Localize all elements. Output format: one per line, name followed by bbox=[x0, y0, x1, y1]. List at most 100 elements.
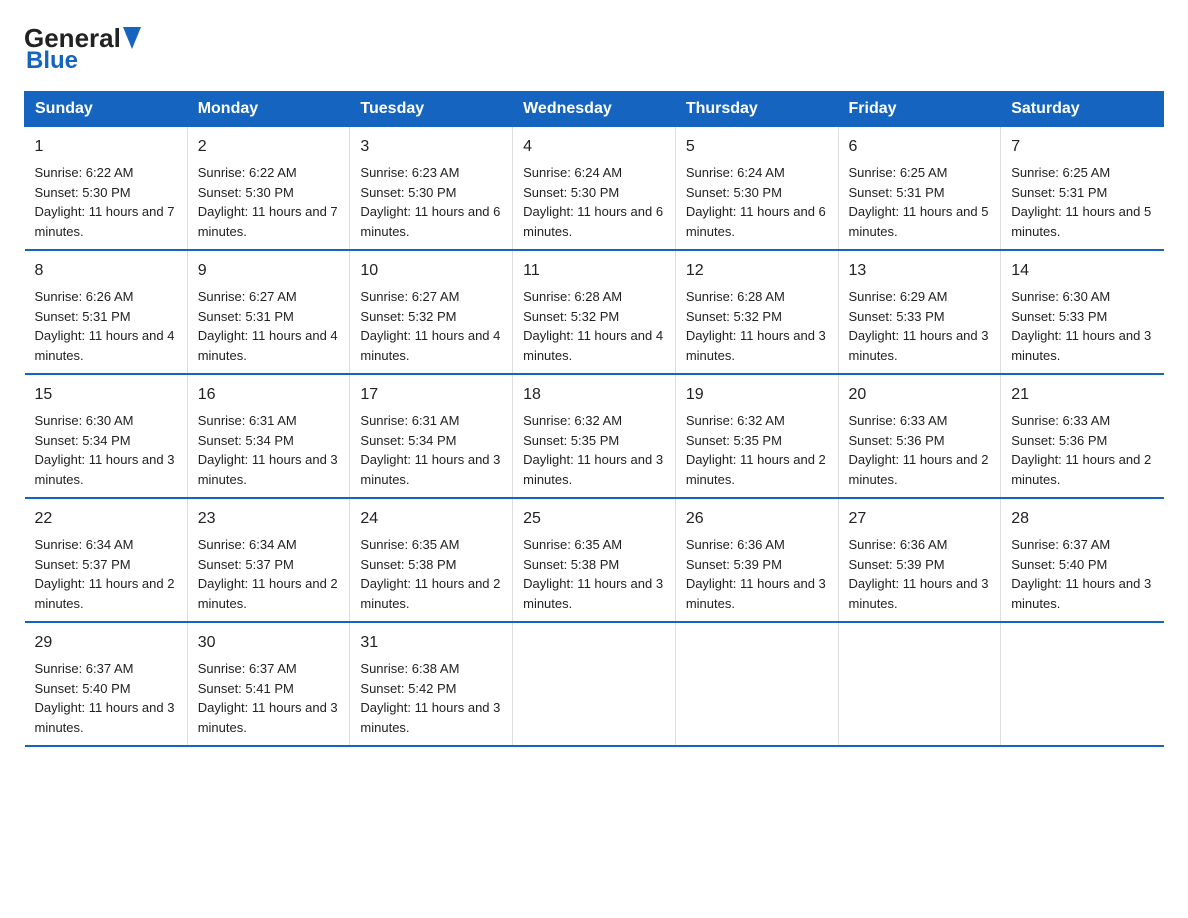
calendar-cell: 29Sunrise: 6:37 AMSunset: 5:40 PMDayligh… bbox=[25, 622, 188, 746]
day-number: 30 bbox=[198, 631, 340, 655]
day-info: Sunrise: 6:35 AMSunset: 5:38 PMDaylight:… bbox=[360, 537, 500, 611]
day-number: 18 bbox=[523, 383, 665, 407]
calendar-cell: 2 Sunrise: 6:22 AMSunset: 5:30 PMDaylight… bbox=[187, 127, 350, 251]
day-number: 26 bbox=[686, 507, 828, 531]
calendar-cell: 18 Sunrise: 6:32 AMSunset: 5:35 PMDayligh… bbox=[513, 374, 676, 498]
calendar-cell: 12 Sunrise: 6:28 AMSunset: 5:32 PMDayligh… bbox=[675, 250, 838, 374]
day-number: 16 bbox=[198, 383, 340, 407]
day-number: 10 bbox=[360, 259, 502, 283]
day-info: Sunrise: 6:36 AMSunset: 5:39 PMDaylight:… bbox=[849, 537, 989, 611]
calendar-cell: 20 Sunrise: 6:33 AMSunset: 5:36 PMDayligh… bbox=[838, 374, 1001, 498]
calendar-cell: 8 Sunrise: 6:26 AMSunset: 5:31 PMDaylight… bbox=[25, 250, 188, 374]
day-info: Sunrise: 6:36 AMSunset: 5:39 PMDaylight:… bbox=[686, 537, 826, 611]
day-number: 4 bbox=[523, 135, 665, 159]
calendar-cell: 13 Sunrise: 6:29 AMSunset: 5:33 PMDayligh… bbox=[838, 250, 1001, 374]
day-info: Sunrise: 6:24 AMSunset: 5:30 PMDaylight:… bbox=[523, 165, 663, 239]
calendar-cell: 27 Sunrise: 6:36 AMSunset: 5:39 PMDayligh… bbox=[838, 498, 1001, 622]
day-info: Sunrise: 6:29 AMSunset: 5:33 PMDaylight:… bbox=[849, 289, 989, 363]
day-info: Sunrise: 6:35 AMSunset: 5:38 PMDaylight:… bbox=[523, 537, 663, 611]
day-info: Sunrise: 6:33 AMSunset: 5:36 PMDaylight:… bbox=[849, 413, 989, 487]
day-number: 1 bbox=[35, 135, 177, 159]
day-number: 23 bbox=[198, 507, 340, 531]
day-info: Sunrise: 6:27 AMSunset: 5:31 PMDaylight:… bbox=[198, 289, 338, 363]
calendar-cell: 21 Sunrise: 6:33 AMSunset: 5:36 PMDayligh… bbox=[1001, 374, 1164, 498]
calendar-cell: 6Sunrise: 6:25 AMSunset: 5:31 PMDaylight… bbox=[838, 127, 1001, 251]
day-info: Sunrise: 6:37 AMSunset: 5:41 PMDaylight:… bbox=[198, 661, 338, 735]
logo: General Blue bbox=[24, 24, 141, 75]
day-number: 2 bbox=[198, 135, 340, 159]
calendar-week-5: 29Sunrise: 6:37 AMSunset: 5:40 PMDayligh… bbox=[25, 622, 1164, 746]
calendar-cell: 1 Sunrise: 6:22 AMSunset: 5:30 PMDaylight… bbox=[25, 127, 188, 251]
calendar-cell: 23 Sunrise: 6:34 AMSunset: 5:37 PMDayligh… bbox=[187, 498, 350, 622]
day-number: 13 bbox=[849, 259, 991, 283]
calendar-cell: 22Sunrise: 6:34 AMSunset: 5:37 PMDayligh… bbox=[25, 498, 188, 622]
day-info: Sunrise: 6:30 AMSunset: 5:34 PMDaylight:… bbox=[35, 413, 175, 487]
day-number: 22 bbox=[35, 507, 177, 531]
calendar-cell: 3Sunrise: 6:23 AMSunset: 5:30 PMDaylight… bbox=[350, 127, 513, 251]
calendar-cell bbox=[513, 622, 676, 746]
day-info: Sunrise: 6:33 AMSunset: 5:36 PMDaylight:… bbox=[1011, 413, 1151, 487]
day-info: Sunrise: 6:24 AMSunset: 5:30 PMDaylight:… bbox=[686, 165, 826, 239]
calendar-cell: 15 Sunrise: 6:30 AMSunset: 5:34 PMDayligh… bbox=[25, 374, 188, 498]
calendar-cell: 24 Sunrise: 6:35 AMSunset: 5:38 PMDayligh… bbox=[350, 498, 513, 622]
day-info: Sunrise: 6:23 AMSunset: 5:30 PMDaylight:… bbox=[360, 165, 500, 239]
day-info: Sunrise: 6:22 AMSunset: 5:30 PMDaylight:… bbox=[198, 165, 338, 239]
col-header-friday: Friday bbox=[838, 92, 1001, 127]
day-number: 24 bbox=[360, 507, 502, 531]
day-info: Sunrise: 6:37 AMSunset: 5:40 PMDaylight:… bbox=[1011, 537, 1151, 611]
day-number: 21 bbox=[1011, 383, 1153, 407]
day-number: 31 bbox=[360, 631, 502, 655]
col-header-monday: Monday bbox=[187, 92, 350, 127]
day-info: Sunrise: 6:38 AMSunset: 5:42 PMDaylight:… bbox=[360, 661, 500, 735]
day-info: Sunrise: 6:30 AMSunset: 5:33 PMDaylight:… bbox=[1011, 289, 1151, 363]
calendar-cell: 16 Sunrise: 6:31 AMSunset: 5:34 PMDayligh… bbox=[187, 374, 350, 498]
page-header: General Blue bbox=[24, 24, 1164, 75]
day-number: 15 bbox=[35, 383, 177, 407]
day-number: 8 bbox=[35, 259, 177, 283]
col-header-sunday: Sunday bbox=[25, 92, 188, 127]
calendar-cell bbox=[675, 622, 838, 746]
calendar-table: SundayMondayTuesdayWednesdayThursdayFrid… bbox=[24, 91, 1164, 747]
day-info: Sunrise: 6:28 AMSunset: 5:32 PMDaylight:… bbox=[686, 289, 826, 363]
day-number: 14 bbox=[1011, 259, 1153, 283]
calendar-cell: 5Sunrise: 6:24 AMSunset: 5:30 PMDaylight… bbox=[675, 127, 838, 251]
day-info: Sunrise: 6:26 AMSunset: 5:31 PMDaylight:… bbox=[35, 289, 175, 363]
calendar-cell: 17Sunrise: 6:31 AMSunset: 5:34 PMDayligh… bbox=[350, 374, 513, 498]
col-header-saturday: Saturday bbox=[1001, 92, 1164, 127]
calendar-cell: 19Sunrise: 6:32 AMSunset: 5:35 PMDayligh… bbox=[675, 374, 838, 498]
calendar-cell: 26 Sunrise: 6:36 AMSunset: 5:39 PMDayligh… bbox=[675, 498, 838, 622]
calendar-cell: 30 Sunrise: 6:37 AMSunset: 5:41 PMDayligh… bbox=[187, 622, 350, 746]
calendar-cell: 10Sunrise: 6:27 AMSunset: 5:32 PMDayligh… bbox=[350, 250, 513, 374]
calendar-week-2: 8 Sunrise: 6:26 AMSunset: 5:31 PMDaylight… bbox=[25, 250, 1164, 374]
day-info: Sunrise: 6:31 AMSunset: 5:34 PMDaylight:… bbox=[360, 413, 500, 487]
day-number: 11 bbox=[523, 259, 665, 283]
day-number: 29 bbox=[35, 631, 177, 655]
day-info: Sunrise: 6:28 AMSunset: 5:32 PMDaylight:… bbox=[523, 289, 663, 363]
day-number: 7 bbox=[1011, 135, 1153, 159]
day-number: 9 bbox=[198, 259, 340, 283]
day-number: 27 bbox=[849, 507, 991, 531]
day-info: Sunrise: 6:22 AMSunset: 5:30 PMDaylight:… bbox=[35, 165, 175, 239]
logo-arrow-icon bbox=[123, 27, 141, 49]
day-number: 12 bbox=[686, 259, 828, 283]
col-header-tuesday: Tuesday bbox=[350, 92, 513, 127]
day-number: 20 bbox=[849, 383, 991, 407]
day-info: Sunrise: 6:25 AMSunset: 5:31 PMDaylight:… bbox=[849, 165, 989, 239]
day-info: Sunrise: 6:34 AMSunset: 5:37 PMDaylight:… bbox=[198, 537, 338, 611]
calendar-cell: 4 Sunrise: 6:24 AMSunset: 5:30 PMDaylight… bbox=[513, 127, 676, 251]
calendar-week-3: 15 Sunrise: 6:30 AMSunset: 5:34 PMDayligh… bbox=[25, 374, 1164, 498]
calendar-week-1: 1 Sunrise: 6:22 AMSunset: 5:30 PMDaylight… bbox=[25, 127, 1164, 251]
day-number: 25 bbox=[523, 507, 665, 531]
calendar-week-4: 22 Sunrise: 6:34 AMSunset: 5:37 PMDayligh… bbox=[25, 498, 1164, 622]
day-info: Sunrise: 6:31 AMSunset: 5:34 PMDaylight:… bbox=[198, 413, 338, 487]
calendar-cell: 28Sunrise: 6:37 AMSunset: 5:40 PMDayligh… bbox=[1001, 498, 1164, 622]
calendar-cell bbox=[838, 622, 1001, 746]
day-info: Sunrise: 6:25 AMSunset: 5:31 PMDaylight:… bbox=[1011, 165, 1151, 239]
calendar-cell: 9 Sunrise: 6:27 AMSunset: 5:31 PMDaylight… bbox=[187, 250, 350, 374]
calendar-cell: 7 Sunrise: 6:25 AMSunset: 5:31 PMDaylight… bbox=[1001, 127, 1164, 251]
calendar-cell bbox=[1001, 622, 1164, 746]
calendar-cell: 11 Sunrise: 6:28 AMSunset: 5:32 PMDayligh… bbox=[513, 250, 676, 374]
calendar-cell: 25 Sunrise: 6:35 AMSunset: 5:38 PMDayligh… bbox=[513, 498, 676, 622]
logo-blue: Blue bbox=[26, 47, 78, 75]
day-info: Sunrise: 6:32 AMSunset: 5:35 PMDaylight:… bbox=[523, 413, 663, 487]
